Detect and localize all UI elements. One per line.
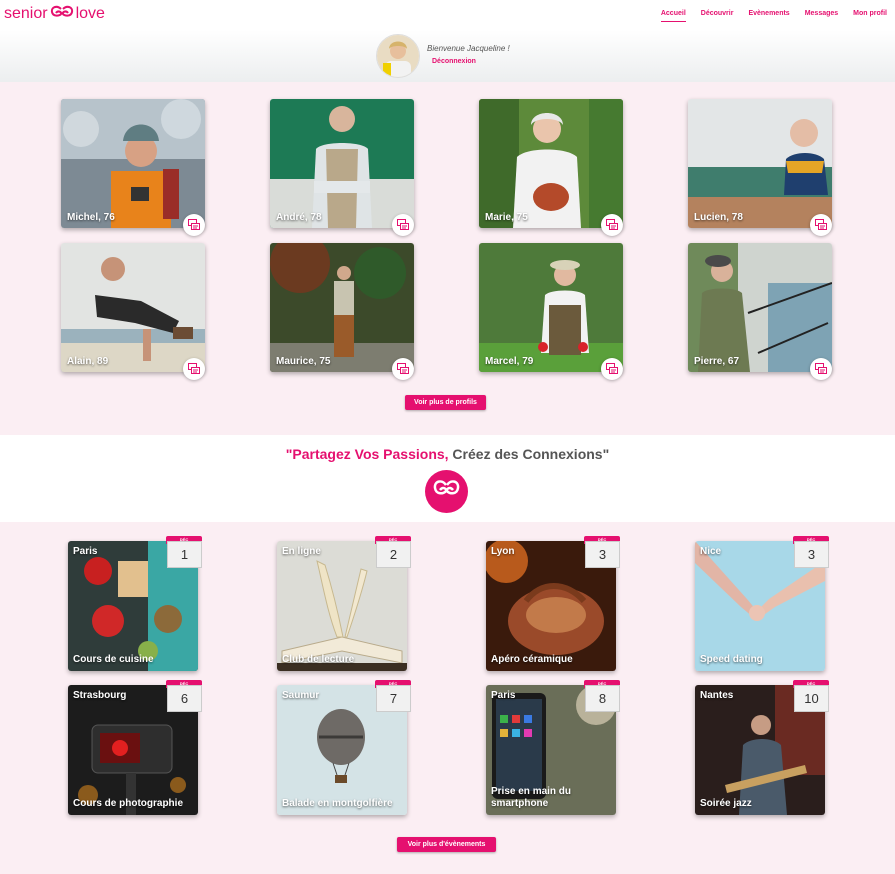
- profile-photo: [479, 243, 623, 372]
- event-title: Club de lecture: [282, 654, 355, 665]
- avatar[interactable]: [376, 34, 420, 78]
- profile-photo: [61, 243, 205, 372]
- chat-icon: [815, 363, 827, 374]
- brand-emblem-icon: [425, 470, 468, 513]
- event-title: Speed dating: [700, 654, 763, 665]
- welcome-message: Bienvenue Jacqueline !: [427, 44, 510, 53]
- message-button[interactable]: [183, 214, 205, 236]
- chat-icon: [188, 219, 200, 230]
- profile-name: Marie, 75: [485, 212, 528, 223]
- event-date-badge: DÉC 10: [793, 680, 829, 712]
- profile-card[interactable]: Maurice, 75: [270, 243, 414, 372]
- chat-icon: [606, 363, 618, 374]
- message-button[interactable]: [810, 358, 832, 380]
- nav-item-mon-profil[interactable]: Mon profil: [853, 10, 887, 22]
- chat-icon: [815, 219, 827, 230]
- logout-link[interactable]: Déconnexion: [432, 58, 476, 65]
- profile-card[interactable]: Marcel, 79: [479, 243, 623, 372]
- calendar-day: 1: [167, 541, 202, 568]
- nav-item-decouvrir[interactable]: Découvrir: [701, 10, 734, 22]
- tagline-rest: Créez des Connexions": [448, 446, 610, 462]
- profile-card[interactable]: Alain, 89: [61, 243, 205, 372]
- event-city: Paris: [73, 546, 98, 557]
- tagline: "Partagez Vos Passions, Créez des Connex…: [0, 446, 895, 462]
- profile-card[interactable]: Pierre, 67: [688, 243, 832, 372]
- message-button[interactable]: [601, 358, 623, 380]
- nav-item-messages[interactable]: Messages: [805, 10, 838, 22]
- message-button[interactable]: [601, 214, 623, 236]
- tagline-highlight: "Partagez Vos Passions,: [285, 446, 449, 462]
- calendar-day: 6: [167, 685, 202, 712]
- event-city: Nice: [700, 546, 722, 557]
- profile-card[interactable]: Michel, 76: [61, 99, 205, 228]
- profile-photo: [270, 99, 414, 228]
- event-date-badge: DÉC 1: [166, 536, 202, 568]
- message-button[interactable]: [183, 358, 205, 380]
- brand-logo[interactable]: senior love: [4, 5, 105, 23]
- event-title: Prise en main du smartphone: [491, 786, 572, 809]
- event-title: Cours de cuisine: [73, 654, 154, 665]
- top-navbar: senior love Accueil Découvrir Evènements…: [0, 0, 895, 30]
- profile-name: Marcel, 79: [485, 356, 534, 367]
- welcome-bar: Bienvenue Jacqueline ! Déconnexion: [0, 30, 895, 82]
- profile-name: Pierre, 67: [694, 356, 740, 367]
- profile-photo: [270, 243, 414, 372]
- profile-name: Alain, 89: [67, 356, 109, 367]
- event-title: Apéro céramique: [491, 654, 573, 665]
- event-city: Nantes: [700, 690, 734, 701]
- event-city: Paris: [491, 690, 516, 701]
- calendar-day: 3: [585, 541, 620, 568]
- message-button[interactable]: [810, 214, 832, 236]
- event-date-badge: DÉC 3: [793, 536, 829, 568]
- profile-name: Maurice, 75: [276, 356, 331, 367]
- profile-card[interactable]: Lucien, 78: [688, 99, 832, 228]
- main-nav: Accueil Découvrir Evènements Messages Mo…: [660, 10, 887, 22]
- profile-card[interactable]: André, 78: [270, 99, 414, 228]
- event-title: Soirée jazz: [700, 798, 752, 809]
- event-city: Lyon: [491, 546, 515, 557]
- brand-text-love: love: [75, 5, 105, 22]
- message-button[interactable]: [392, 214, 414, 236]
- profile-name: Lucien, 78: [694, 212, 743, 223]
- profile-name: André, 78: [276, 212, 322, 223]
- profile-photo: [479, 99, 623, 228]
- calendar-day: 8: [585, 685, 620, 712]
- chat-icon: [397, 363, 409, 374]
- event-date-badge: DÉC 7: [375, 680, 411, 712]
- more-events-button[interactable]: Voir plus d'évènements: [397, 837, 496, 852]
- calendar-day: 10: [794, 685, 829, 712]
- message-button[interactable]: [392, 358, 414, 380]
- profile-card[interactable]: Marie, 75: [479, 99, 623, 228]
- chat-icon: [606, 219, 618, 230]
- brand-mark-icon: [49, 5, 75, 23]
- event-title: Balade en montgolfière: [282, 798, 393, 809]
- profile-name: Michel, 76: [67, 212, 115, 223]
- profile-photo: [688, 99, 832, 228]
- nav-item-accueil[interactable]: Accueil: [660, 10, 686, 22]
- event-city: Saumur: [282, 690, 320, 701]
- profile-photo: [61, 99, 205, 228]
- nav-item-evenements[interactable]: Evènements: [748, 10, 789, 22]
- event-city: Strasbourg: [73, 690, 127, 701]
- event-date-badge: DÉC 3: [584, 536, 620, 568]
- calendar-day: 3: [794, 541, 829, 568]
- profile-photo: [688, 243, 832, 372]
- event-date-badge: DÉC 2: [375, 536, 411, 568]
- chat-icon: [188, 363, 200, 374]
- brand-text-senior: senior: [4, 5, 48, 22]
- chat-icon: [397, 219, 409, 230]
- event-title: Cours de photographie: [73, 798, 183, 809]
- more-profiles-button[interactable]: Voir plus de profils: [405, 395, 486, 410]
- calendar-day: 2: [376, 541, 411, 568]
- event-date-badge: DÉC 8: [584, 680, 620, 712]
- event-date-badge: DÉC 6: [166, 680, 202, 712]
- calendar-day: 7: [376, 685, 411, 712]
- event-city: En ligne: [282, 546, 321, 557]
